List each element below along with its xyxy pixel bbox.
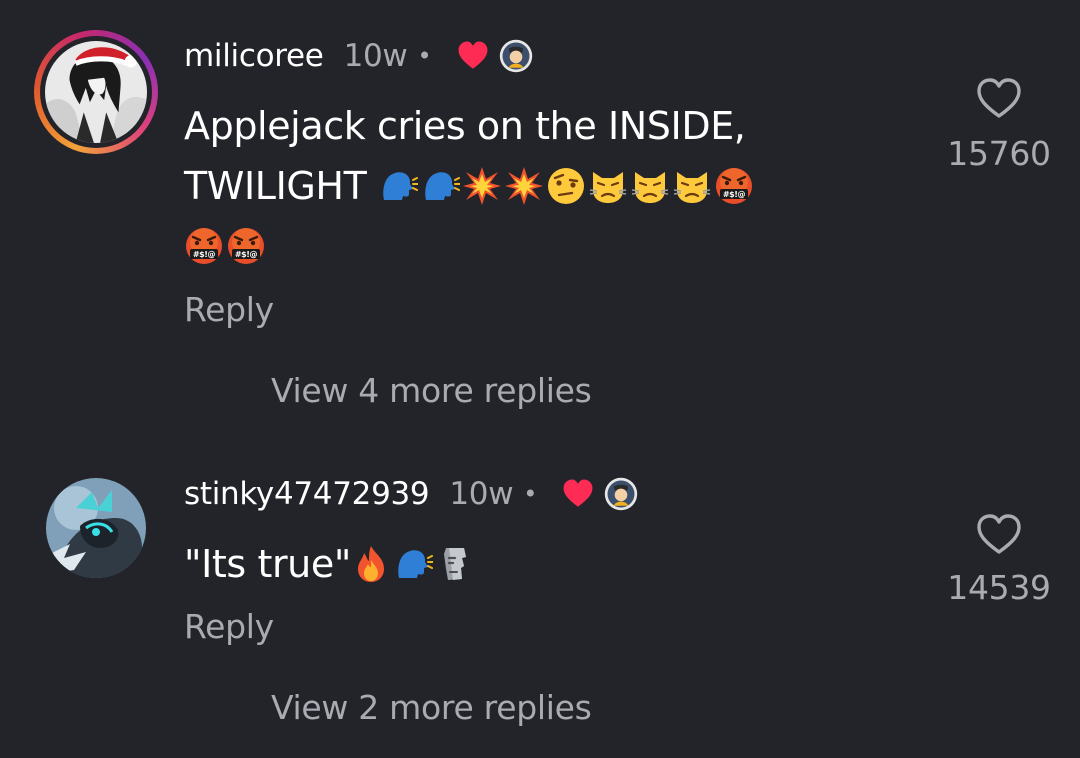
speaking-head-icon <box>420 166 460 206</box>
like-heart-icon[interactable] <box>975 76 1023 120</box>
comment-milicoree: milicoree 10w • Applejack cries on the I… <box>0 0 1080 430</box>
like-column: 14539 <box>944 512 1054 607</box>
cursing-face-icon <box>184 226 224 266</box>
reply-button[interactable]: Reply <box>184 290 274 329</box>
separator-dot: • <box>417 42 432 70</box>
view-more-replies-button[interactable]: View 2 more replies <box>271 688 592 727</box>
collision-icon <box>462 166 502 206</box>
avatar <box>45 41 147 143</box>
avatar-story-ring[interactable] <box>34 30 158 154</box>
fire-icon <box>351 544 391 584</box>
comment-header: stinky47472939 10w • <box>184 472 639 516</box>
like-count: 15760 <box>947 134 1051 173</box>
comment-text: "Its true" <box>184 534 784 594</box>
separator-dot: • <box>523 480 538 508</box>
comment-header: milicoree 10w • <box>184 34 534 78</box>
moai-icon <box>435 544 475 584</box>
avatar-image <box>46 478 146 578</box>
username[interactable]: milicoree <box>184 38 324 74</box>
comment-stinky47472939: stinky47472939 10w • "Its true" Reply Vi… <box>0 440 1080 758</box>
speaking-head-icon <box>393 544 433 584</box>
creator-avatar-icon <box>603 476 639 512</box>
timestamp: 10w <box>449 476 514 512</box>
cursing-face-icon <box>226 226 266 266</box>
pouting-cat-icon <box>672 166 712 206</box>
reply-button[interactable]: Reply <box>184 607 274 646</box>
raised-eyebrow-icon <box>546 166 586 206</box>
comment-text: Applejack cries on the INSIDE, TWILIGHT <box>184 96 924 276</box>
creator-heart-icon <box>456 39 490 73</box>
comment-text-line-2: TWILIGHT <box>184 164 367 208</box>
comment-text-line-1: Applejack cries on the INSIDE, <box>184 104 746 148</box>
avatar[interactable] <box>46 478 146 578</box>
creator-avatar-icon <box>498 38 534 74</box>
like-column: 15760 <box>944 76 1054 173</box>
creator-heart-icon <box>561 477 595 511</box>
cursing-face-icon <box>714 166 754 206</box>
timestamp: 10w <box>343 38 408 74</box>
comment-text-line-1: "Its true" <box>184 542 351 586</box>
view-more-replies-button[interactable]: View 4 more replies <box>271 371 592 410</box>
like-heart-icon[interactable] <box>975 512 1023 556</box>
pouting-cat-icon <box>588 166 628 206</box>
collision-icon <box>504 166 544 206</box>
speaking-head-icon <box>378 166 418 206</box>
pouting-cat-icon <box>630 166 670 206</box>
avatar-inner <box>40 36 152 148</box>
username[interactable]: stinky47472939 <box>184 476 430 512</box>
like-count: 14539 <box>947 568 1051 607</box>
